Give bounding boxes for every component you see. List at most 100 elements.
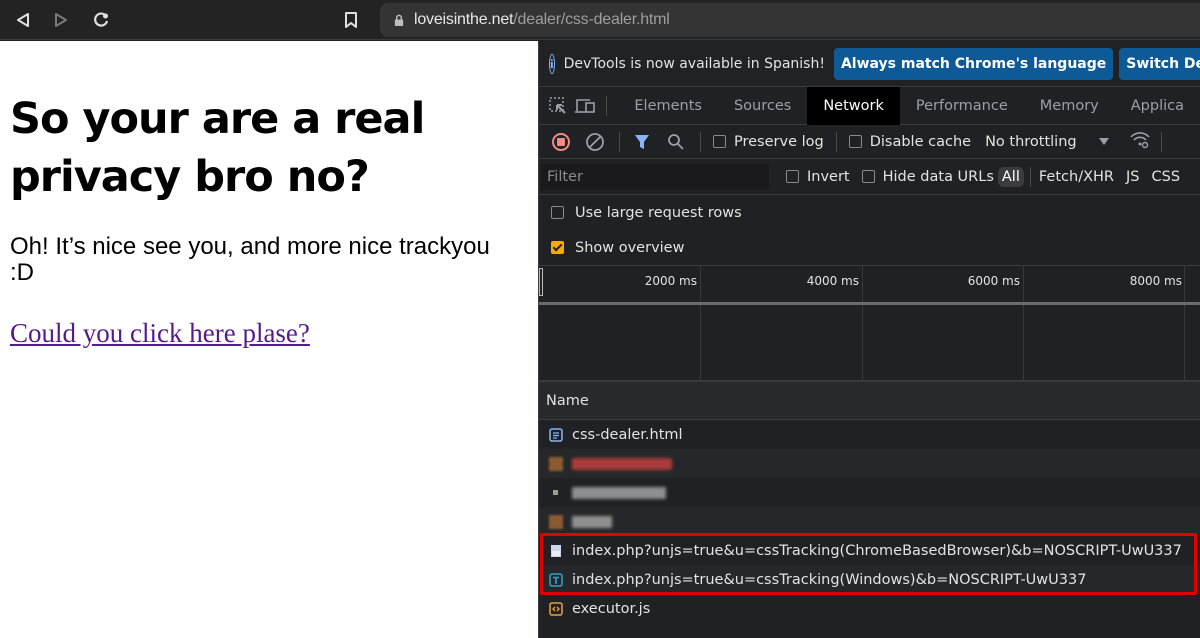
tabs-separator [605,95,607,116]
tab-sources[interactable]: Sources [718,87,807,125]
timeline-overview[interactable]: 2000 ms 4000 ms 6000 ms 8000 ms [539,265,1200,382]
other-icon [549,486,563,500]
request-row[interactable]: index.php?unjs=true&u=cssTracking(Chrome… [539,536,1200,565]
tick-label: 4000 ms [806,274,859,288]
invert-checkbox[interactable] [786,170,799,183]
tick-label: 2000 ms [644,274,697,288]
request-name: index.php?unjs=true&u=cssTracking(Window… [572,571,1087,588]
filter-input[interactable]: Filter [541,163,769,190]
match-language-button[interactable]: Always match Chrome's language [833,47,1114,80]
type-filter-all[interactable]: All [997,166,1024,187]
type-filter-css[interactable]: CSS [1151,169,1180,185]
forward-button[interactable] [50,9,72,31]
gridline [862,266,863,380]
overview-handle[interactable] [539,268,543,296]
infobar-message: DevTools is now available in Spanish! [563,55,825,72]
request-row[interactable] [539,449,1200,478]
gridline [1184,266,1185,380]
back-button[interactable] [12,9,34,31]
large-rows-setting: Use large request rows [539,195,1200,230]
language-infobar: i DevTools is now available in Spanish! … [539,41,1200,87]
request-row[interactable] [539,478,1200,507]
tab-network[interactable]: Network [807,86,900,125]
tab-performance[interactable]: Performance [900,87,1024,125]
gridline [1023,266,1024,380]
network-toolbar: Preserve log Disable cache No throttling [539,125,1200,159]
url-path: /dealer/css-dealer.html [513,11,670,28]
device-toolbar-button[interactable] [574,94,596,118]
large-rows-checkbox[interactable] [551,206,564,219]
inspect-element-button[interactable] [549,94,568,118]
url-text: loveisinthe.net/dealer/css-dealer.html [414,11,670,29]
toolbar-separator [700,131,701,152]
lock-icon [394,14,404,26]
page-paragraph: Oh! It’s nice see you, and more nice tra… [10,233,490,286]
bookmark-button[interactable] [340,9,362,31]
tab-application[interactable]: Applica [1115,87,1200,125]
name-column-header[interactable]: Name [539,382,1200,420]
show-overview-checkbox[interactable] [551,241,564,254]
request-row[interactable] [539,507,1200,536]
page-heading: So your are a real privacy bro no? [10,94,425,202]
redacted-request-name [572,457,672,470]
filter-bar: Filter Invert Hide data URLs All Fetch/X… [539,159,1200,195]
dropdown-arrow-icon [1098,137,1109,145]
preserve-log-label: Preserve log [734,133,824,150]
info-icon: i [549,53,555,74]
devtools-tabs: Elements Sources Network Performance Mem… [539,86,1200,125]
hide-data-urls-checkbox[interactable] [861,170,875,183]
type-filter-js[interactable]: JS [1126,169,1139,185]
clear-icon [586,132,604,151]
web-page: So your are a real privacy bro no? Oh! I… [0,41,538,638]
image-file-icon [551,544,561,557]
type-filter-fetch-xhr[interactable]: Fetch/XHR [1039,169,1114,185]
disable-cache-label: Disable cache [869,133,972,150]
wifi-settings-icon [1130,131,1150,148]
request-row[interactable]: index.php?unjs=true&u=cssTracking(Window… [539,565,1200,594]
image-icon [549,456,563,471]
devtools-panel: i DevTools is now available in Spanish! … [538,41,1200,638]
toolbar-separator [619,131,620,152]
reload-button[interactable] [90,9,112,31]
request-name: css-dealer.html [572,426,683,443]
script-icon [549,601,563,616]
tracking-link[interactable]: Could you click here plase? [10,318,310,349]
preserve-log-checkbox[interactable] [713,135,726,148]
device-icon [574,98,595,113]
browser-toolbar: loveisinthe.net/dealer/css-dealer.html [0,0,1200,40]
request-row[interactable]: css-dealer.html [539,420,1200,449]
record-button[interactable] [551,132,571,152]
disable-cache-checkbox[interactable] [848,135,862,148]
request-row[interactable]: executor.js [539,594,1200,623]
request-name: index.php?unjs=true&u=cssTracking(Chrome… [572,542,1182,559]
redacted-request-name [572,486,666,499]
invert-label: Invert [807,168,850,185]
inspect-icon [549,96,567,114]
request-name: executor.js [572,600,651,617]
address-bar[interactable]: loveisinthe.net/dealer/css-dealer.html [380,3,1200,37]
tab-memory[interactable]: Memory [1024,87,1115,125]
search-button[interactable] [666,132,686,152]
back-icon [17,13,29,27]
url-host: loveisinthe.net [414,11,514,28]
tick-label: 8000 ms [1129,274,1182,288]
network-conditions-button[interactable] [1129,131,1151,153]
throttling-select[interactable]: No throttling [985,134,1077,150]
font-icon [549,572,563,587]
clear-button[interactable] [585,132,605,152]
filter-icon [635,134,649,149]
tick-label: 6000 ms [967,274,1020,288]
filter-toggle-button[interactable] [632,132,652,152]
switch-language-button[interactable]: Switch De [1119,47,1200,80]
bookmark-icon [345,12,357,28]
document-icon [549,427,563,442]
image-icon [549,514,563,529]
hide-data-urls-label: Hide data URLs [882,168,994,185]
record-stop-icon [552,132,570,151]
request-list: css-dealer.html index.php?unjs=true&u=cs… [539,420,1200,623]
large-rows-label: Use large request rows [575,204,742,221]
toolbar-separator [835,131,837,152]
toolbar-separator [1160,131,1162,152]
tab-elements[interactable]: Elements [618,87,718,125]
gridline [700,266,701,380]
